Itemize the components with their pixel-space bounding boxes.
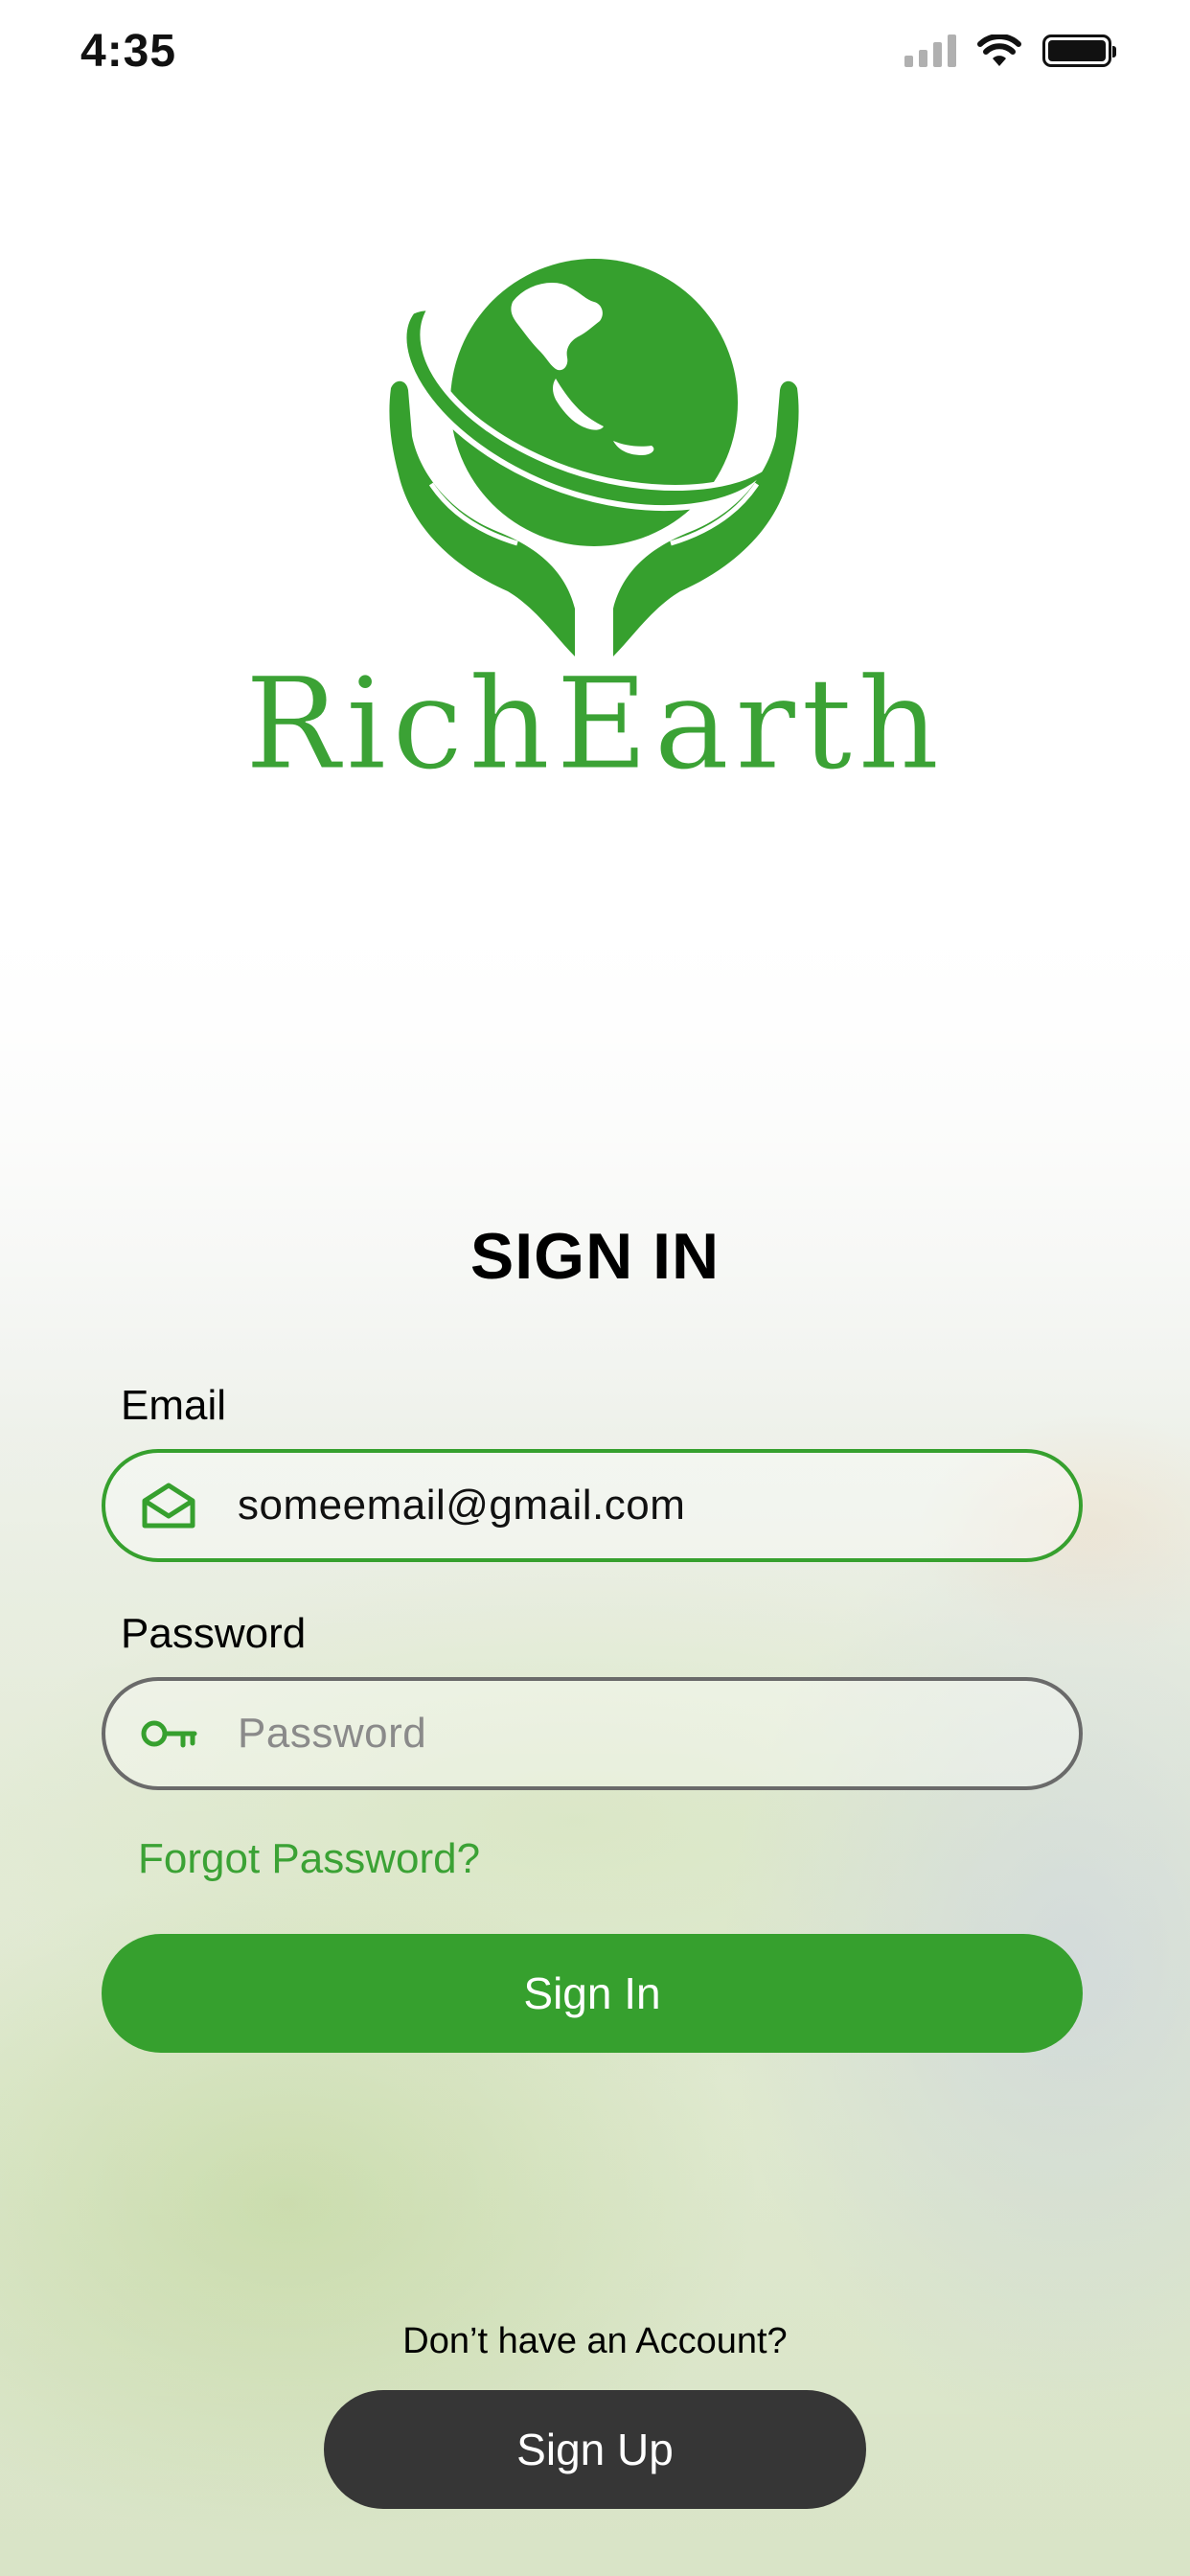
status-bar: 4:35 [0,0,1190,105]
status-time: 4:35 [80,26,177,77]
wifi-icon [977,34,1021,66]
password-input[interactable] [238,1710,1023,1758]
envelope-open-icon [138,1475,199,1536]
email-field[interactable]: someemail@gmail.com [102,1449,1083,1562]
password-field[interactable] [102,1677,1083,1790]
forgot-password-link[interactable]: Forgot Password? [138,1835,480,1883]
page-title: SIGN IN [469,1220,721,1293]
email-label: Email [121,1382,227,1429]
sign-in-button[interactable]: Sign In [102,1934,1083,2053]
status-icons [904,34,1116,67]
key-icon [138,1703,199,1764]
globe-hands-logo-icon [389,259,799,656]
brand-wordmark: RichEarth [244,651,946,798]
email-value[interactable]: someemail@gmail.com [238,1482,685,1530]
password-label: Password [121,1610,307,1657]
sign-up-button[interactable]: Sign Up [324,2390,866,2509]
battery-icon [1042,34,1116,67]
no-account-prompt: Don’t have an Account? [402,2321,788,2361]
cellular-signal-icon [904,34,956,67]
